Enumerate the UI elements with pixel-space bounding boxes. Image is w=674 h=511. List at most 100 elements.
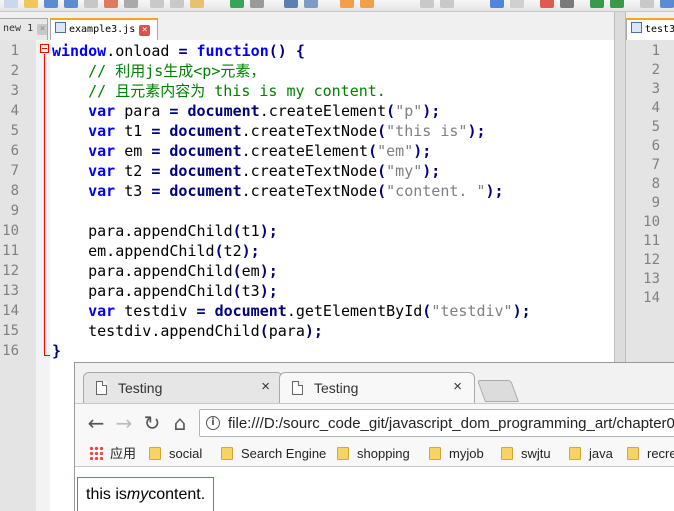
code-line[interactable]: 8 var t3 = document.createTextNode("cont… <box>0 181 614 201</box>
save-macro-icon[interactable] <box>640 0 654 8</box>
browser-tab-strip: Testing × Testing × <box>75 363 674 403</box>
tab-example3-js[interactable]: example3.js × <box>50 18 158 41</box>
line-number: 10 <box>2 223 19 239</box>
line-number: 5 <box>10 123 19 139</box>
run-macro-multiple-icon[interactable] <box>610 0 624 8</box>
bookmark-myjob[interactable]: myjob <box>429 444 484 464</box>
code-text: // 利用js生成<p>元素， <box>88 62 266 80</box>
line-number: 15 <box>2 323 19 339</box>
folder-icon <box>501 447 513 460</box>
line-number: 8 <box>10 183 19 199</box>
word-wrap-icon[interactable] <box>440 0 454 8</box>
replace-icon[interactable] <box>304 0 318 8</box>
line-number: 3 <box>10 83 19 99</box>
close-tab-icon[interactable]: × <box>453 378 462 395</box>
line-number: 14 <box>2 303 19 319</box>
back-arrow-icon[interactable]: ← <box>85 412 107 434</box>
save-all-icon[interactable] <box>64 0 78 8</box>
bookmark-apps[interactable]: 应用 <box>89 444 136 464</box>
url-text: file:///D:/sourc_code_git/javascript_dom… <box>228 415 674 432</box>
home-icon[interactable]: ⌂ <box>169 412 191 434</box>
folder-icon <box>149 447 161 460</box>
copy-icon[interactable] <box>170 0 184 8</box>
close-icon[interactable]: × <box>139 25 151 36</box>
bookmark-search-engine[interactable]: Search Engine <box>221 444 326 464</box>
close-file-icon[interactable] <box>84 0 98 8</box>
browser-tab[interactable]: Testing × <box>83 372 283 403</box>
code-line[interactable]: 6 var em = document.createElement("em"); <box>0 141 614 161</box>
record-macro-icon[interactable] <box>540 0 554 8</box>
line-number: 9 <box>651 195 660 211</box>
code-text: para.appendChild(t3); <box>52 282 278 300</box>
code-line[interactable]: 15 testdiv.appendChild(para); <box>0 321 614 341</box>
new-file-icon[interactable] <box>4 0 18 8</box>
line-number: 12 <box>643 252 660 268</box>
line-number: 11 <box>643 233 660 249</box>
tab-test3[interactable]: test3 <box>626 18 674 41</box>
line-number: 10 <box>643 214 660 230</box>
cut-icon[interactable] <box>150 0 164 8</box>
bookmark-swjtu[interactable]: swjtu <box>501 444 551 464</box>
address-bar[interactable]: i file:///D:/sourc_code_git/javascript_d… <box>199 409 674 437</box>
find-icon[interactable] <box>284 0 298 8</box>
bookmark-java[interactable]: java <box>569 444 613 464</box>
zoom-out-icon[interactable] <box>360 0 374 8</box>
tab-new-1[interactable]: new 1 × <box>0 18 48 40</box>
close-all-icon[interactable] <box>104 0 118 8</box>
line-number: 4 <box>651 100 660 116</box>
line-number: 4 <box>10 103 19 119</box>
code-line[interactable]: 7 var t2 = document.createTextNode("my")… <box>0 161 614 181</box>
open-file-icon[interactable] <box>24 0 38 8</box>
sync-scroll-icon[interactable] <box>420 0 434 8</box>
tab-label: test3 <box>645 24 674 35</box>
code-line[interactable]: 1 window.onload = function() { <box>0 41 614 61</box>
new-tab-button[interactable] <box>476 380 520 402</box>
tab-title: Testing <box>118 380 163 396</box>
page-info-icon[interactable]: i <box>206 416 220 430</box>
bookmark-shopping[interactable]: shopping <box>337 444 410 464</box>
line-number: 7 <box>651 157 660 173</box>
zoom-in-icon[interactable] <box>340 0 354 8</box>
code-line[interactable]: 13 para.appendChild(t3); <box>0 281 614 301</box>
code-line[interactable]: 3 // 且元素内容为 this is my content. <box>0 81 614 101</box>
paste-icon[interactable] <box>190 0 204 8</box>
emphasis-text: my <box>126 486 149 503</box>
line-number: 6 <box>651 138 660 154</box>
code-line[interactable]: 5 var t1 = document.createTextNode("this… <box>0 121 614 141</box>
line-number: 8 <box>651 176 660 192</box>
close-tab-icon[interactable]: × <box>261 378 270 395</box>
play-macro-icon[interactable] <box>590 0 604 8</box>
print-icon[interactable] <box>124 0 138 8</box>
code-text: em.appendChild(t2); <box>52 242 260 260</box>
save-icon[interactable] <box>44 0 58 8</box>
line-number: 1 <box>651 43 660 59</box>
show-all-chars-icon[interactable] <box>490 0 504 8</box>
code-line[interactable]: 12 para.appendChild(em); <box>0 261 614 281</box>
launch-browser-icon[interactable] <box>660 0 674 8</box>
code-line[interactable]: 11 em.appendChild(t2); <box>0 241 614 261</box>
line-number: 13 <box>643 271 660 287</box>
stop-macro-icon[interactable] <box>560 0 574 8</box>
code-text: para.appendChild(t1); <box>52 222 278 240</box>
redo-icon[interactable] <box>250 0 264 8</box>
code-line[interactable]: 16} <box>0 341 614 361</box>
line-number: 6 <box>10 143 19 159</box>
close-icon[interactable]: × <box>37 24 47 35</box>
code-line[interactable]: 2 // 利用js生成<p>元素， <box>0 61 614 81</box>
undo-icon[interactable] <box>230 0 244 8</box>
line-number: 1 <box>10 43 19 59</box>
code-line[interactable]: 9 <box>0 201 614 221</box>
code-line[interactable]: 4 var para = document.createElement("p")… <box>0 101 614 121</box>
code-line[interactable]: 10 para.appendChild(t1); <box>0 221 614 241</box>
forward-arrow-icon[interactable]: → <box>113 412 135 434</box>
browser-tab-active[interactable]: Testing × <box>279 372 475 403</box>
code-line[interactable]: 14 var testdiv = document.getElementById… <box>0 301 614 321</box>
bookmark-recre[interactable]: recre <box>627 444 674 464</box>
apps-grid-icon <box>89 446 103 460</box>
folder-icon <box>569 447 581 460</box>
reload-icon[interactable]: ↻ <box>141 412 163 434</box>
code-text: var t3 = document.createTextNode("conten… <box>88 182 504 200</box>
bookmark-social[interactable]: social <box>149 444 202 464</box>
code-text: } <box>52 342 62 360</box>
indent-guide-icon[interactable] <box>510 0 524 8</box>
